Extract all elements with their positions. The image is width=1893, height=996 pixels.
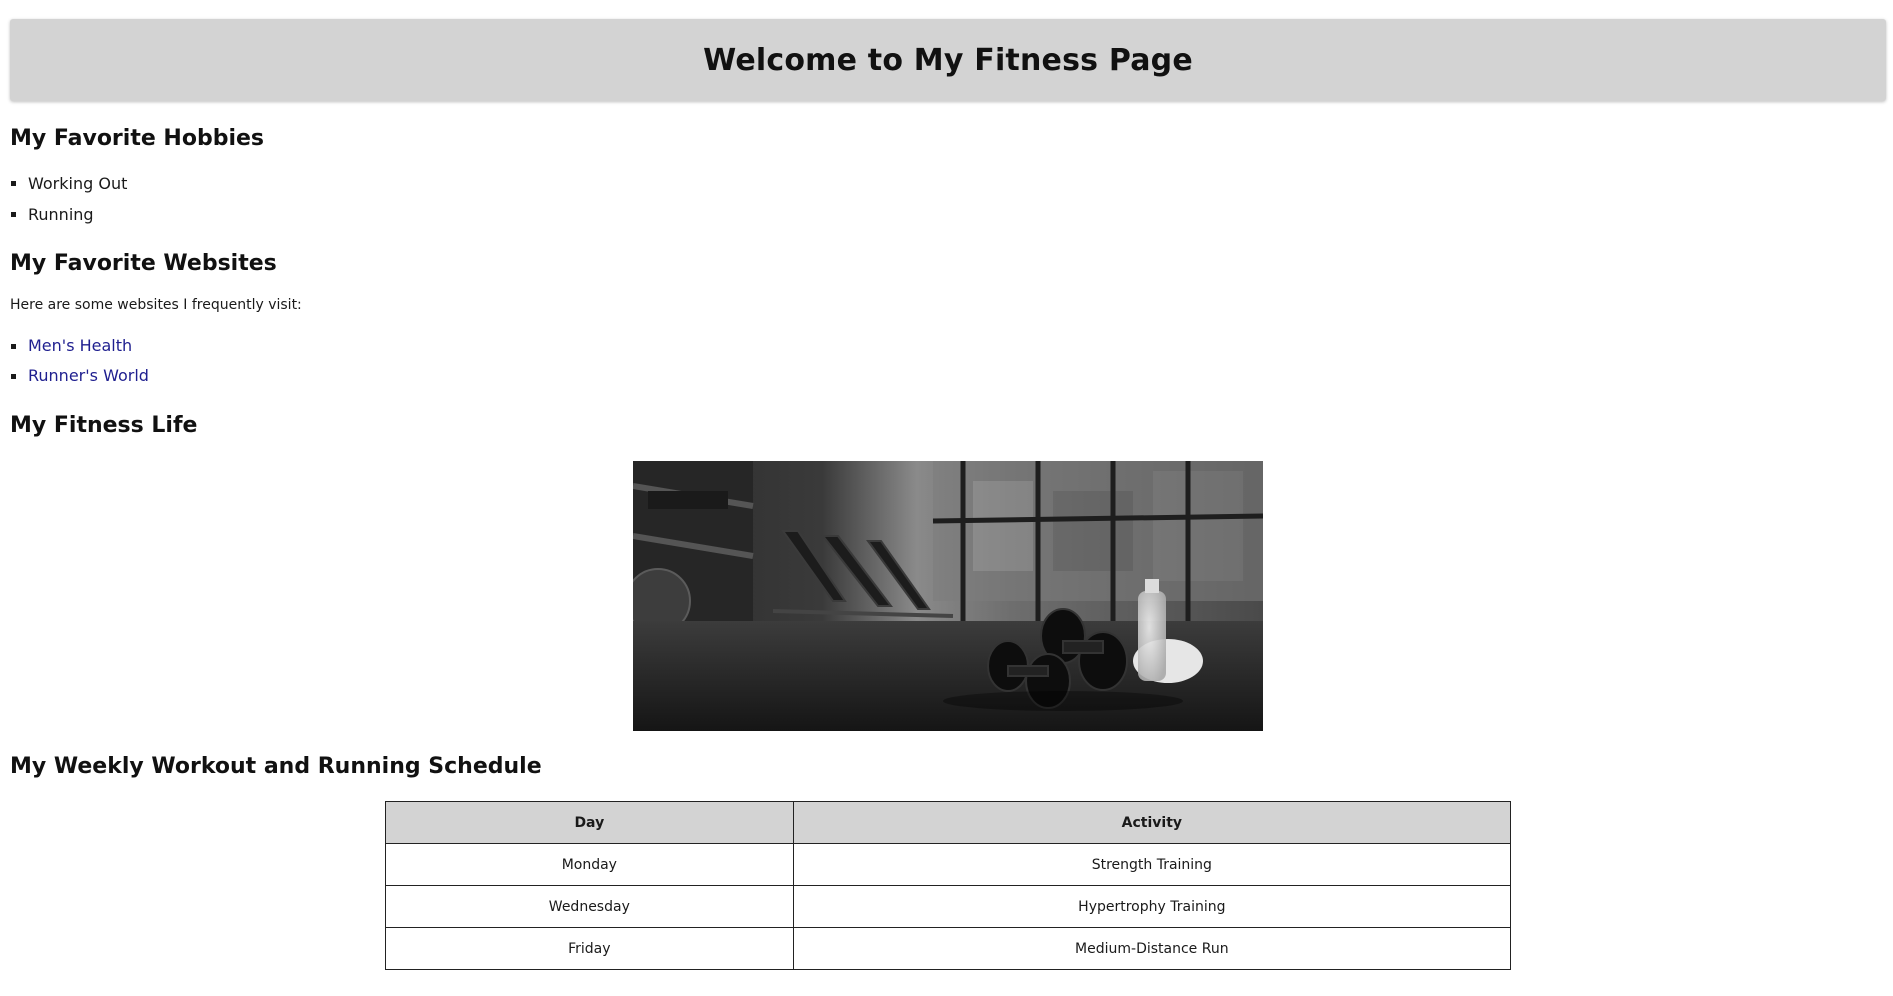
hobbies-list: Working Out Running [10, 168, 127, 230]
hobby-label: Working Out [28, 174, 128, 193]
fitness-page: Welcome to My Fitness Page My Favorite H… [0, 0, 1893, 996]
gym-photo [633, 461, 1263, 731]
table-header-row: Day Activity [385, 801, 1512, 844]
schedule-table: Day Activity Monday Strength Training We… [385, 801, 1512, 970]
list-item: Runner's World [10, 361, 149, 391]
day-cell: Monday [385, 843, 794, 886]
list-item: Men's Health [10, 331, 149, 361]
bullet-icon [11, 212, 16, 217]
table-row: Friday Medium-Distance Run [385, 927, 1512, 970]
table-row: Wednesday Hypertrophy Training [385, 885, 1512, 928]
websites-intro: Here are some websites I frequently visi… [10, 297, 302, 313]
schedule-heading: My Weekly Workout and Running Schedule [10, 754, 542, 779]
bullet-icon [11, 344, 16, 349]
activity-cell: Strength Training [792, 843, 1512, 886]
list-item: Working Out [10, 168, 127, 199]
day-cell: Wednesday [385, 885, 794, 928]
gym-photo-illustration [633, 461, 1263, 731]
hobby-label: Running [28, 205, 94, 224]
page-title: Welcome to My Fitness Page [703, 42, 1193, 78]
table-row: Monday Strength Training [385, 843, 1512, 886]
link-runners-world[interactable]: Runner's World [28, 366, 149, 385]
list-item: Running [10, 199, 127, 230]
column-header-day: Day [385, 801, 794, 844]
bullet-icon [11, 181, 16, 186]
column-header-activity: Activity [792, 801, 1512, 844]
link-mens-health[interactable]: Men's Health [28, 336, 132, 355]
websites-heading: My Favorite Websites [10, 251, 277, 276]
day-cell: Friday [385, 927, 794, 970]
hobbies-heading: My Favorite Hobbies [10, 126, 264, 151]
activity-cell: Medium-Distance Run [792, 927, 1512, 970]
activity-cell: Hypertrophy Training [792, 885, 1512, 928]
bullet-icon [11, 374, 16, 379]
websites-list: Men's Health Runner's World [10, 331, 149, 391]
fitness-life-heading: My Fitness Life [10, 413, 198, 438]
page-header: Welcome to My Fitness Page [10, 19, 1886, 101]
